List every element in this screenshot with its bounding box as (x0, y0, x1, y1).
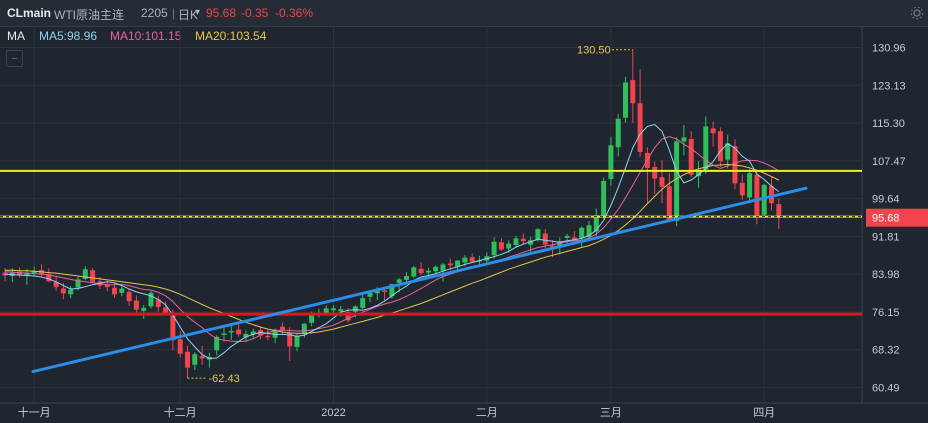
candle-down (542, 233, 548, 245)
candle-up (360, 298, 366, 308)
candle-up (425, 270, 431, 273)
candle-up (513, 238, 519, 246)
candle-down (469, 257, 475, 262)
candle-down (382, 290, 388, 292)
candle-down (520, 238, 526, 242)
candle-up (433, 266, 439, 272)
candle-up (221, 333, 227, 335)
candle-up (615, 118, 621, 148)
high-annotation: 130.50 (577, 45, 611, 57)
ma10-line (4, 136, 780, 343)
low-annotation: -62.43 (209, 373, 240, 385)
candle-up (681, 137, 687, 142)
candle-up (331, 308, 336, 311)
candle-down (185, 351, 190, 368)
y-tick-label: 130.96 (872, 43, 906, 55)
candle-up (119, 288, 125, 293)
candle-down (659, 177, 665, 187)
candle-up (323, 308, 329, 314)
x-tick-label: 四月 (753, 407, 775, 419)
candle-down (418, 268, 424, 274)
candle-up (491, 241, 497, 256)
candle-down (447, 263, 453, 266)
candle-up (674, 141, 680, 221)
candle-down (126, 291, 132, 302)
candle-up (593, 215, 599, 232)
candle-up (579, 227, 585, 238)
candle-down (60, 288, 66, 294)
candle-down (717, 131, 723, 162)
candle-up (411, 267, 417, 277)
candlestick-chart: 130.50 -62.43 130.96 123.13 115.30 107.47 99.6… (0, 26, 928, 419)
candle-up (462, 257, 468, 263)
candle-up (440, 264, 446, 271)
candle-down (177, 339, 183, 354)
candle-down (104, 285, 110, 288)
y-tick-label: 99.64 (872, 194, 900, 206)
candle-down (776, 204, 782, 218)
candle-up (564, 235, 570, 238)
candle-up (404, 276, 409, 280)
candle-down (688, 138, 694, 175)
candle-up (338, 309, 344, 312)
candle-up (192, 354, 198, 365)
candle-down (710, 128, 716, 134)
candle-down (236, 329, 242, 335)
ma5-line (4, 123, 780, 360)
candle-down (739, 182, 745, 196)
candle-down (754, 174, 760, 217)
x-tick-label: 十一月 (18, 405, 51, 419)
candle-up (608, 145, 614, 180)
candle-down (652, 166, 658, 179)
x-tick-label: 二月 (476, 407, 498, 419)
candle-up (68, 289, 74, 295)
candle-up (623, 82, 628, 118)
candle-up (294, 335, 300, 347)
candle-up (396, 279, 402, 283)
candle-down (90, 270, 96, 282)
candle-down (630, 80, 636, 104)
y-tick-label: 123.13 (872, 80, 906, 92)
candle-up (535, 229, 541, 241)
candle-down (498, 242, 504, 250)
candle-down (637, 103, 643, 153)
y-tick-label: 68.32 (872, 345, 900, 357)
y-tick-label: 107.47 (872, 156, 906, 168)
x-tick-label: 2022 (321, 407, 345, 419)
candle-up (141, 307, 147, 311)
candle-up (703, 126, 709, 170)
y-tick-label: 76.15 (872, 307, 900, 319)
candle-up (352, 306, 358, 312)
chart-window: { "header": { "symbol": "CLmain", "name"… (0, 0, 928, 423)
x-tick-label: 三月 (600, 407, 622, 419)
candle-down (265, 335, 271, 338)
candle-up (747, 173, 753, 198)
candle-up (301, 323, 307, 334)
candle-down (199, 356, 205, 359)
y-tick-label: 83.98 (872, 269, 900, 281)
y-tick-label: 91.81 (872, 231, 900, 243)
x-tick-label: 十二月 (164, 405, 197, 419)
candle-up (601, 180, 607, 217)
y-tick-label: 115.30 (872, 118, 905, 130)
y-tick-label: 60.49 (872, 383, 900, 395)
price-tag-label: 95.68 (872, 213, 900, 225)
candle-up (228, 331, 234, 333)
candle-down (133, 300, 139, 310)
candle-down (112, 287, 117, 295)
candle-down (666, 186, 672, 221)
ma20-line (5, 163, 780, 334)
candle-up (506, 243, 512, 249)
